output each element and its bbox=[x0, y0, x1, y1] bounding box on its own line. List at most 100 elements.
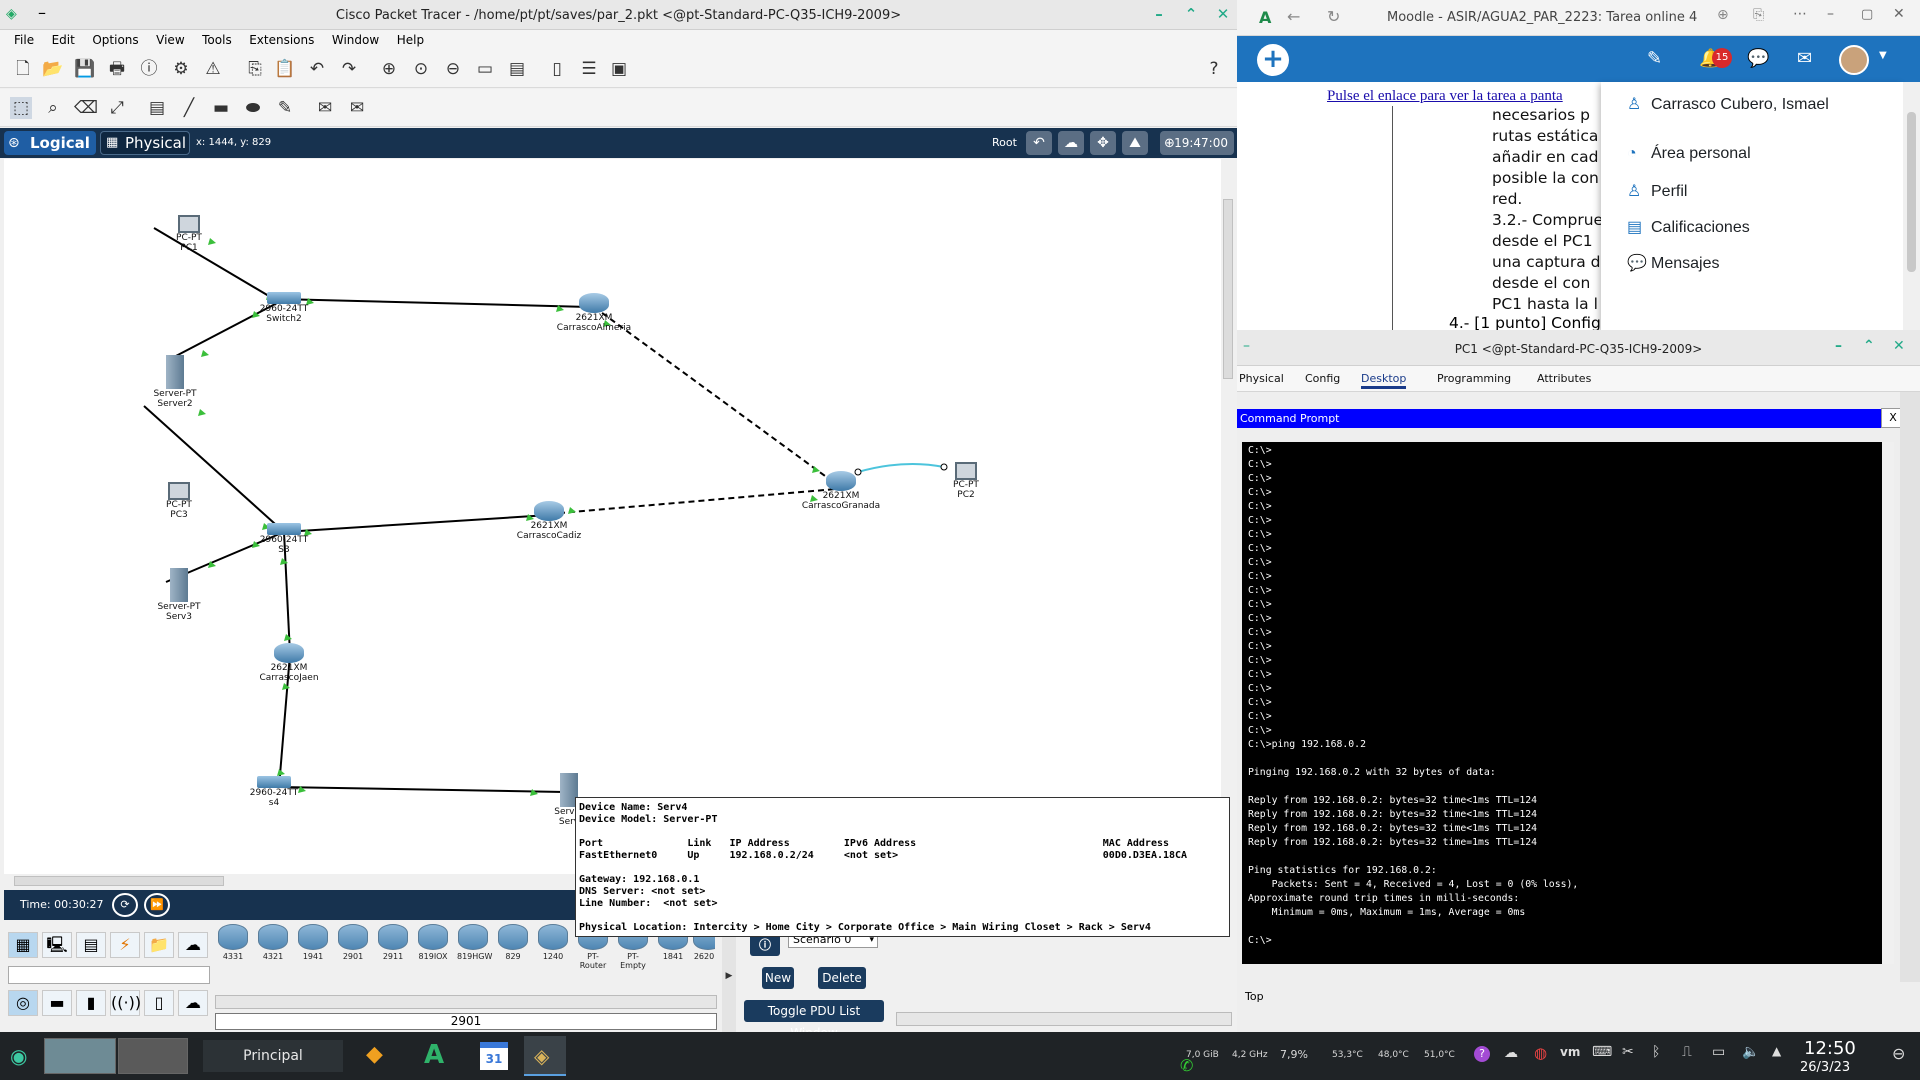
desktop-thumbnail[interactable] bbox=[118, 1038, 188, 1074]
cloud-icon[interactable]: ☁ bbox=[1504, 1045, 1518, 1061]
zoom-reset-icon[interactable]: ⊙ bbox=[410, 58, 432, 80]
custom-devices-icon[interactable]: ▤ bbox=[506, 58, 528, 80]
model-1240[interactable]: 1240 bbox=[537, 924, 569, 964]
usb-icon[interactable]: ⎍ bbox=[1682, 1044, 1692, 1060]
minimize-button[interactable]: – bbox=[1148, 5, 1170, 25]
color-picker-icon[interactable]: ◍ bbox=[1534, 1044, 1547, 1062]
pdu-icon[interactable]: ☰ bbox=[578, 58, 600, 80]
components-icon[interactable]: ▤ bbox=[76, 932, 106, 958]
close-icon[interactable]: ✕ bbox=[1893, 6, 1905, 22]
mail-icon[interactable]: ✉ bbox=[1797, 48, 1812, 69]
menu-item-dashboard[interactable]: ◔ Área personal bbox=[1627, 145, 1751, 163]
logical-workspace[interactable]: PC-PT PC1 2960-24TT Switch2 Server-PT Serve… bbox=[4, 159, 1221, 874]
network-devices-icon[interactable]: ▦ bbox=[8, 932, 38, 958]
toggle-pdu-list-button[interactable]: Toggle PDU List Window bbox=[744, 1000, 884, 1040]
close-button[interactable]: ✕ bbox=[1212, 5, 1234, 25]
scenario-info-icon[interactable]: ⓘ bbox=[750, 934, 780, 956]
desktop-thumbnail[interactable] bbox=[44, 1038, 116, 1074]
app-launcher-icon[interactable]: ◉ bbox=[10, 1044, 27, 1068]
calendar-icon[interactable]: 31 bbox=[480, 1042, 508, 1070]
paste-icon[interactable]: 📋 bbox=[274, 58, 296, 80]
tools-icon[interactable]: ✂ bbox=[1622, 1044, 1634, 1060]
redo-icon[interactable]: ↷ bbox=[338, 58, 360, 80]
back-icon[interactable]: ↶ bbox=[1026, 131, 1052, 155]
save-icon[interactable]: 💾 bbox=[74, 58, 96, 80]
device-router-cadiz[interactable]: 2621XM CarrascoCadiz bbox=[509, 501, 589, 541]
window-side-scrollbar[interactable] bbox=[1900, 392, 1920, 982]
print-icon[interactable]: 🖶 bbox=[106, 58, 128, 80]
model-819iox[interactable]: 819IOX bbox=[417, 924, 449, 964]
menu-tools[interactable]: Tools bbox=[202, 30, 232, 50]
model-4331[interactable]: 4331 bbox=[217, 924, 249, 964]
model-4321[interactable]: 4321 bbox=[257, 924, 289, 964]
network-wizard-icon[interactable]: ⚙ bbox=[170, 58, 192, 80]
tab-config[interactable]: Config bbox=[1305, 372, 1340, 385]
scroll-thumb[interactable] bbox=[1223, 199, 1233, 379]
device-serv3[interactable]: Server-PT Serv3 bbox=[154, 568, 204, 622]
tab-desktop[interactable]: Desktop bbox=[1361, 372, 1407, 389]
device-pc3[interactable]: PC-PT PC3 bbox=[154, 482, 204, 520]
pin-icon[interactable]: ✎ bbox=[1647, 48, 1662, 69]
app-logo-icon[interactable]: A bbox=[424, 1040, 444, 1070]
screenshot-icon[interactable]: ▣ bbox=[608, 58, 630, 80]
volume-icon[interactable]: 🔈 bbox=[1742, 1044, 1759, 1060]
chevron-up-icon[interactable]: ▲ bbox=[1772, 1044, 1781, 1058]
model-list-scrollbar[interactable] bbox=[215, 995, 717, 1009]
zoom-icon[interactable]: ⊕ bbox=[1717, 7, 1729, 23]
tab-physical[interactable]: Physical bbox=[1239, 372, 1284, 385]
menu-item-profile[interactable]: ♙ Perfil bbox=[1627, 181, 1687, 201]
select-icon[interactable]: ⬚ bbox=[10, 97, 32, 119]
copy-icon[interactable]: ⎘ bbox=[244, 58, 266, 80]
workspace-vertical-scrollbar[interactable] bbox=[1221, 159, 1235, 874]
device-switch2[interactable]: 2960-24TT Switch2 bbox=[254, 292, 314, 324]
security-icon[interactable]: ▯ bbox=[144, 990, 174, 1016]
zoom-out-icon[interactable]: ⊖ bbox=[442, 58, 464, 80]
resize-icon[interactable]: ⤢ bbox=[106, 97, 128, 119]
delete-scenario-button[interactable]: Delete bbox=[818, 967, 866, 989]
switches-icon[interactable]: ▬ bbox=[42, 990, 72, 1016]
maximize-button[interactable]: ⌃ bbox=[1180, 5, 1202, 25]
activity-principal[interactable]: Principal bbox=[203, 1040, 343, 1072]
avatar[interactable] bbox=[1839, 45, 1869, 75]
tab-attributes[interactable]: Attributes bbox=[1537, 372, 1591, 385]
open-icon[interactable]: 📂 bbox=[42, 58, 64, 80]
device-pc2[interactable]: PC-PT PC2 bbox=[941, 462, 991, 500]
pdu-list-scrollbar[interactable] bbox=[896, 1012, 1232, 1026]
menu-file[interactable]: File bbox=[14, 30, 34, 50]
new-file-icon[interactable]: 🗋 bbox=[12, 58, 34, 80]
drawing-palette-icon[interactable]: ▭ bbox=[474, 58, 496, 80]
more-options-icon[interactable]: ⋯ bbox=[1793, 6, 1807, 22]
top-checkbox-label[interactable]: Top bbox=[1245, 990, 1264, 1003]
hubs-icon[interactable]: ▮ bbox=[76, 990, 106, 1016]
model-819hgw[interactable]: 819HGW bbox=[457, 924, 492, 964]
help-icon[interactable]: ? bbox=[1474, 1046, 1490, 1062]
menu-item-messages[interactable]: 💬 Mensajes bbox=[1627, 253, 1719, 273]
screen-icon[interactable]: ⌨ bbox=[1592, 1044, 1612, 1060]
move-icon[interactable]: ✥ bbox=[1090, 131, 1116, 155]
viewport-icon[interactable]: ▯ bbox=[546, 58, 568, 80]
vmware-icon[interactable]: vm bbox=[1560, 1045, 1580, 1059]
chat-icon[interactable]: 💬 bbox=[1747, 48, 1769, 69]
layers-app-icon[interactable]: ◆ bbox=[366, 1042, 383, 1067]
add-button[interactable]: + bbox=[1257, 44, 1289, 76]
device-switch-s3[interactable]: 2960-24TT S3 bbox=[254, 523, 314, 555]
multiuser-icon[interactable]: ☁ bbox=[178, 932, 208, 958]
chevron-down-icon[interactable]: ▼ bbox=[1879, 50, 1887, 61]
delete-icon[interactable]: ⌫ bbox=[74, 97, 98, 119]
menu-item-user[interactable]: ♙ Carrasco Cubero, Ismael bbox=[1627, 94, 1829, 114]
menu-window[interactable]: Window bbox=[332, 30, 379, 50]
show-desktop-icon[interactable]: ⊖ bbox=[1892, 1044, 1905, 1063]
maximize-button[interactable]: ⌃ bbox=[1863, 338, 1875, 354]
scroll-thumb[interactable] bbox=[1907, 112, 1916, 272]
back-arrow-icon[interactable]: ← bbox=[1287, 7, 1300, 26]
menu-view[interactable]: View bbox=[156, 30, 184, 50]
model-2901[interactable]: 2901 bbox=[337, 924, 369, 964]
ellipse-icon[interactable]: ⬬ bbox=[242, 97, 264, 119]
new-scenario-button[interactable]: New bbox=[762, 967, 794, 989]
help-icon[interactable]: ? bbox=[1203, 58, 1225, 80]
cloud-icon[interactable]: ☁ bbox=[1058, 131, 1084, 155]
task-link[interactable]: Pulse el enlace para ver la tarea a pant… bbox=[1327, 88, 1563, 105]
misc-icon[interactable]: 📁 bbox=[144, 932, 174, 958]
scroll-thumb[interactable] bbox=[14, 876, 224, 886]
terminal-scrollbar[interactable] bbox=[1882, 442, 1894, 964]
